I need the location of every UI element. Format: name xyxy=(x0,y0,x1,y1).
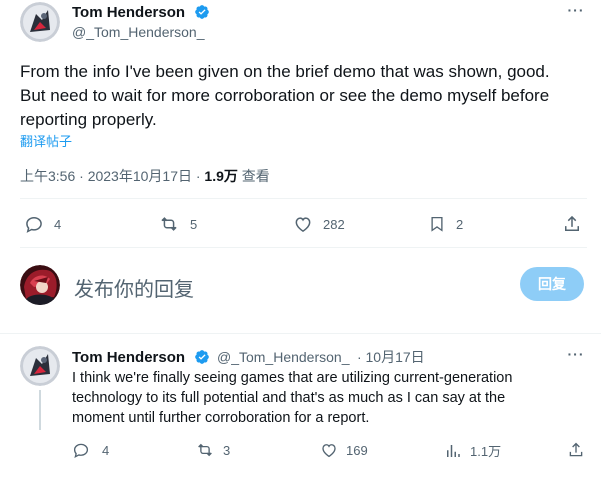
retweet-count: 5 xyxy=(190,216,198,232)
share-icon xyxy=(565,215,579,231)
author-name-row[interactable]: Tom Henderson xyxy=(72,4,210,22)
reply-text-line: technology to its full potential and tha… xyxy=(72,390,506,406)
verified-badge-icon xyxy=(194,349,210,370)
more-options-icon: ··· xyxy=(567,2,585,18)
author-avatar[interactable] xyxy=(20,2,60,42)
reply-submit-button[interactable]: 回复 xyxy=(520,267,584,301)
retweet-action[interactable]: 5 xyxy=(158,214,197,234)
author-handle[interactable]: @_Tom_Henderson_ xyxy=(72,24,205,40)
retweet-icon xyxy=(198,443,212,457)
tweet-text: From the info I've been given on the bri… xyxy=(20,60,595,132)
reply-author-handle[interactable]: @_Tom_Henderson_ xyxy=(217,349,350,365)
heart-icon xyxy=(295,217,311,232)
bookmark-action[interactable]: 2 xyxy=(428,214,463,234)
share-action[interactable] xyxy=(562,214,582,234)
reply-text-line: I think we're finally seeing games that … xyxy=(72,370,513,386)
view-count: 1.9万 xyxy=(204,168,238,184)
reply-author-row: Tom Henderson @_Tom_Henderson_ · 10月17日 xyxy=(72,347,425,366)
divider xyxy=(0,333,601,334)
more-options-icon: ··· xyxy=(567,346,585,362)
verified-badge-icon xyxy=(194,4,210,25)
tweet-timestamp[interactable]: 上午3:56 · 2023年10月17日 · xyxy=(20,168,204,184)
reply-text-line: moment until further corroboration for a… xyxy=(72,410,370,426)
reply-like-action[interactable]: 169 xyxy=(320,441,368,459)
reply-retweet-count: 3 xyxy=(223,442,231,458)
like-action[interactable]: 282 xyxy=(293,214,345,234)
reply-share-action[interactable] xyxy=(567,441,585,459)
tweet-meta: 上午3:56 · 2023年10月17日 · 1.9万 查看 xyxy=(20,166,270,186)
reply-views-action[interactable]: 1.1万 xyxy=(444,441,501,460)
reply-retweet-action[interactable]: 3 xyxy=(195,441,230,459)
more-options-button[interactable]: ··· xyxy=(565,2,587,22)
reply-tweet-text: I think we're finally seeing games that … xyxy=(72,368,592,428)
current-user-avatar[interactable] xyxy=(20,265,60,305)
analytics-icon xyxy=(447,444,460,457)
bookmark-icon xyxy=(431,216,443,232)
tweet-text-line: reporting properly. xyxy=(20,110,157,129)
reply-views-count: 1.1万 xyxy=(470,444,502,459)
reply-compose-input[interactable]: 发布你的回复 xyxy=(74,273,194,302)
translate-post-link[interactable]: 翻译帖子 xyxy=(20,131,72,150)
divider xyxy=(20,247,587,248)
author-name[interactable]: Tom Henderson xyxy=(72,4,185,21)
reply-reply-action[interactable]: 4 xyxy=(72,441,109,459)
like-count: 282 xyxy=(323,216,345,232)
reply-like-count: 169 xyxy=(346,442,368,458)
divider xyxy=(20,198,587,199)
reply-more-options-button[interactable]: ··· xyxy=(565,346,587,366)
reply-reply-count: 4 xyxy=(102,442,110,458)
views-label: 查看 xyxy=(237,168,270,184)
thread-connector-line xyxy=(39,390,41,430)
reply-action[interactable]: 4 xyxy=(24,214,61,234)
heart-icon xyxy=(322,444,336,458)
reply-icon xyxy=(73,443,89,459)
reply-date[interactable]: · 10月17日 xyxy=(357,349,425,365)
bookmark-count: 2 xyxy=(456,216,464,232)
reply-icon xyxy=(26,216,42,233)
reply-author-name[interactable]: Tom Henderson xyxy=(72,349,185,366)
reply-count: 4 xyxy=(54,216,62,232)
reply-author-avatar[interactable] xyxy=(20,346,60,386)
tweet-text-line: But need to wait for more corroboration … xyxy=(20,86,550,105)
retweet-icon xyxy=(161,217,177,231)
tweet-text-line: From the info I've been given on the bri… xyxy=(20,62,550,81)
share-icon xyxy=(569,442,583,457)
